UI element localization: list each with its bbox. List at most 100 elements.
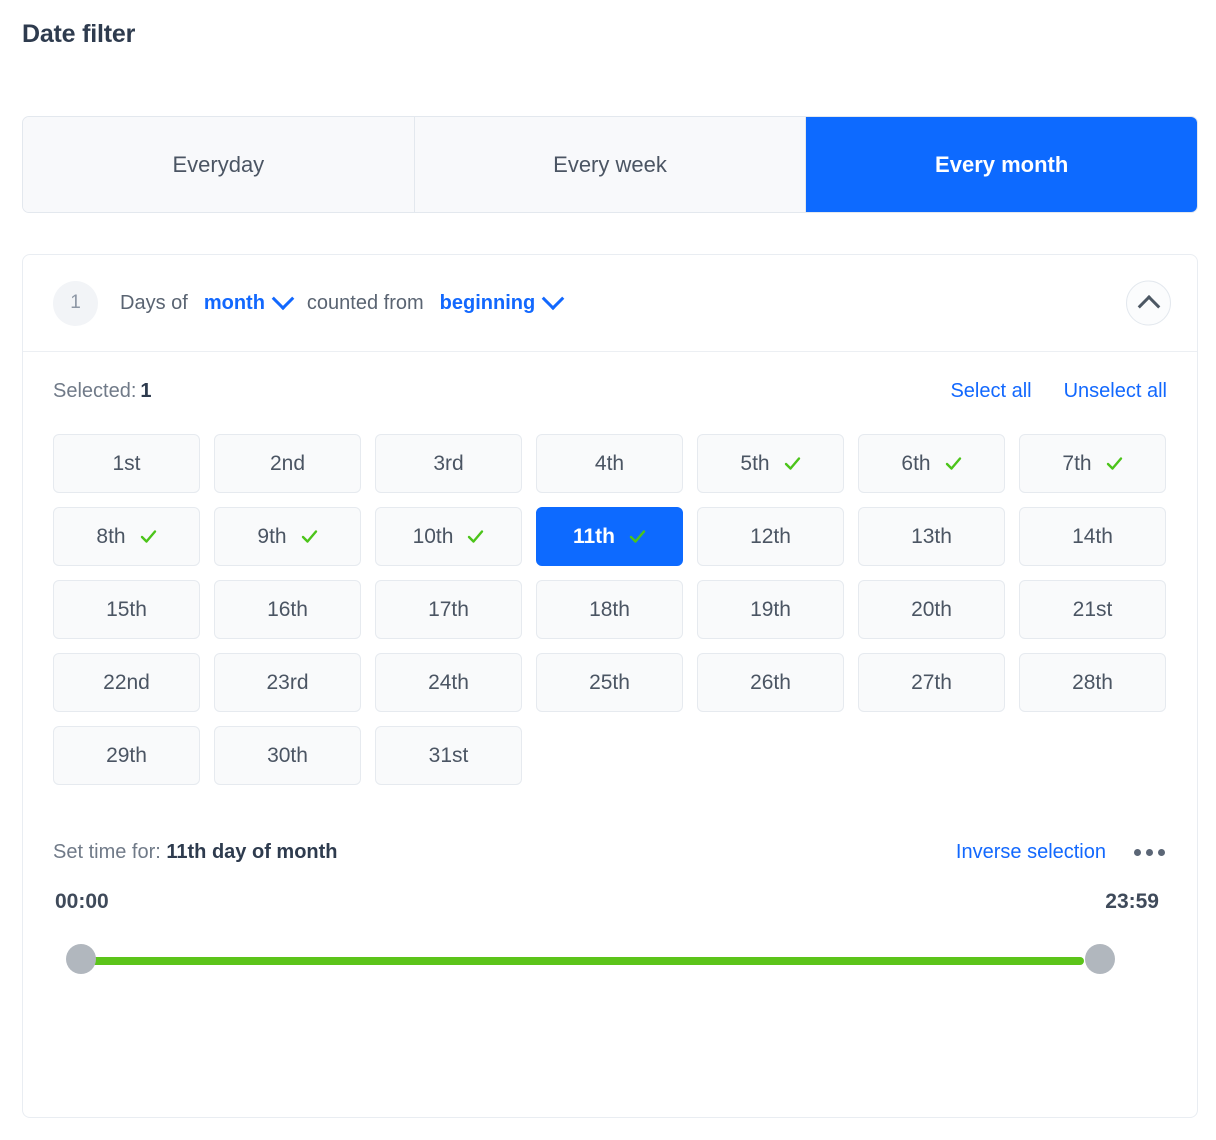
day-cell-26th[interactable]: 26th xyxy=(697,653,844,712)
unit-dropdown-label: month xyxy=(204,292,265,315)
day-cell-2nd[interactable]: 2nd xyxy=(214,434,361,493)
rule-prefix-label: Days of xyxy=(120,292,188,315)
check-icon xyxy=(784,455,801,472)
rule-body: Selected:1 Select all Unselect all 1st 2n… xyxy=(23,352,1197,978)
day-cell-25th[interactable]: 25th xyxy=(536,653,683,712)
rule-card: 1 Days of month counted from beginning xyxy=(22,254,1198,1118)
day-cell-label: 29th xyxy=(106,744,147,768)
date-filter-page: Date filter Everyday Every week Every mo… xyxy=(0,0,1216,1140)
day-cell-29th[interactable]: 29th xyxy=(53,726,200,785)
day-cell-19th[interactable]: 19th xyxy=(697,580,844,639)
day-cell-24th[interactable]: 24th xyxy=(375,653,522,712)
day-cell-18th[interactable]: 18th xyxy=(536,580,683,639)
day-cell-20th[interactable]: 20th xyxy=(858,580,1005,639)
day-cell-label: 11th xyxy=(573,525,615,549)
day-cell-label: 2nd xyxy=(270,452,305,476)
time-range-slider-group: 00:00 23:59 xyxy=(53,890,1167,978)
day-cell-3rd[interactable]: 3rd xyxy=(375,434,522,493)
page-title: Date filter xyxy=(22,20,135,49)
slider-handle-end[interactable] xyxy=(1085,944,1115,974)
check-icon xyxy=(945,455,962,472)
time-range-labels: 00:00 23:59 xyxy=(53,890,1167,914)
chevron-down-icon xyxy=(272,287,295,310)
check-icon xyxy=(467,528,484,545)
day-cell-11th[interactable]: 11th xyxy=(536,507,683,566)
set-time-target: 11th day of month xyxy=(166,841,337,863)
collapse-button[interactable] xyxy=(1126,281,1171,326)
origin-dropdown[interactable]: beginning xyxy=(440,292,562,315)
day-cell-label: 26th xyxy=(750,671,791,695)
day-cell-label: 20th xyxy=(911,598,952,622)
day-cell-7th[interactable]: 7th xyxy=(1019,434,1166,493)
tab-everyday[interactable]: Everyday xyxy=(23,117,415,212)
day-cell-28th[interactable]: 28th xyxy=(1019,653,1166,712)
selection-summary-row: Selected:1 Select all Unselect all xyxy=(53,380,1167,410)
day-cell-label: 18th xyxy=(589,598,630,622)
day-cell-13th[interactable]: 13th xyxy=(858,507,1005,566)
ellipsis-icon[interactable] xyxy=(1132,843,1167,862)
day-cell-4th[interactable]: 4th xyxy=(536,434,683,493)
day-cell-1st[interactable]: 1st xyxy=(53,434,200,493)
day-cell-label: 8th xyxy=(96,525,125,549)
tab-every-month[interactable]: Every month xyxy=(806,117,1197,212)
select-all-link[interactable]: Select all xyxy=(950,380,1031,403)
day-cell-label: 21st xyxy=(1073,598,1113,622)
slider-handle-start[interactable] xyxy=(66,944,96,974)
time-start-label: 00:00 xyxy=(55,890,109,914)
day-cell-label: 24th xyxy=(428,671,469,695)
check-icon xyxy=(629,528,646,545)
time-range-slider[interactable] xyxy=(61,944,1102,978)
check-icon xyxy=(1106,455,1123,472)
day-cell-label: 19th xyxy=(750,598,791,622)
day-cell-22nd[interactable]: 22nd xyxy=(53,653,200,712)
set-time-label: Set time for: xyxy=(53,841,161,863)
day-cell-10th[interactable]: 10th xyxy=(375,507,522,566)
day-cell-17th[interactable]: 17th xyxy=(375,580,522,639)
day-cell-9th[interactable]: 9th xyxy=(214,507,361,566)
day-cell-30th[interactable]: 30th xyxy=(214,726,361,785)
frequency-tab-group: Everyday Every week Every month xyxy=(22,116,1198,213)
day-cell-label: 23rd xyxy=(266,671,308,695)
day-cell-label: 6th xyxy=(901,452,930,476)
selected-count-group: Selected:1 xyxy=(53,380,152,403)
selected-count: 1 xyxy=(140,380,151,402)
day-of-month-grid: 1st2nd3rd4th5th6th7th8th9th10th11th12th1… xyxy=(53,434,1167,785)
day-cell-23rd[interactable]: 23rd xyxy=(214,653,361,712)
unselect-all-link[interactable]: Unselect all xyxy=(1064,380,1167,403)
day-cell-label: 27th xyxy=(911,671,952,695)
day-cell-label: 3rd xyxy=(433,452,463,476)
day-cell-label: 15th xyxy=(106,598,147,622)
rule-header: 1 Days of month counted from beginning xyxy=(23,255,1197,352)
rule-description: Days of month counted from beginning xyxy=(120,292,567,315)
day-cell-31st[interactable]: 31st xyxy=(375,726,522,785)
time-row-actions: Inverse selection xyxy=(924,841,1167,864)
day-cell-8th[interactable]: 8th xyxy=(53,507,200,566)
set-time-row: Set time for: 11th day of month Inverse … xyxy=(53,841,1167,864)
day-cell-label: 16th xyxy=(267,598,308,622)
day-cell-12th[interactable]: 12th xyxy=(697,507,844,566)
day-cell-5th[interactable]: 5th xyxy=(697,434,844,493)
set-time-target-group: Set time for: 11th day of month xyxy=(53,841,338,864)
day-cell-label: 30th xyxy=(267,744,308,768)
day-cell-label: 4th xyxy=(595,452,624,476)
day-cell-15th[interactable]: 15th xyxy=(53,580,200,639)
day-cell-27th[interactable]: 27th xyxy=(858,653,1005,712)
day-cell-label: 28th xyxy=(1072,671,1113,695)
day-cell-label: 25th xyxy=(589,671,630,695)
day-cell-16th[interactable]: 16th xyxy=(214,580,361,639)
day-cell-label: 22nd xyxy=(103,671,150,695)
day-cell-6th[interactable]: 6th xyxy=(858,434,1005,493)
day-cell-label: 1st xyxy=(112,452,140,476)
unit-dropdown[interactable]: month xyxy=(204,292,291,315)
inverse-selection-link[interactable]: Inverse selection xyxy=(956,841,1106,864)
rule-middle-label: counted from xyxy=(307,292,424,315)
slider-track xyxy=(79,957,1084,965)
selection-actions: Select all Unselect all xyxy=(918,380,1167,403)
day-cell-label: 7th xyxy=(1062,452,1091,476)
day-cell-14th[interactable]: 14th xyxy=(1019,507,1166,566)
day-cell-21st[interactable]: 21st xyxy=(1019,580,1166,639)
day-cell-label: 31st xyxy=(429,744,469,768)
time-end-label: 23:59 xyxy=(1105,890,1159,914)
tab-every-week[interactable]: Every week xyxy=(415,117,807,212)
chevron-up-icon xyxy=(1137,295,1160,318)
